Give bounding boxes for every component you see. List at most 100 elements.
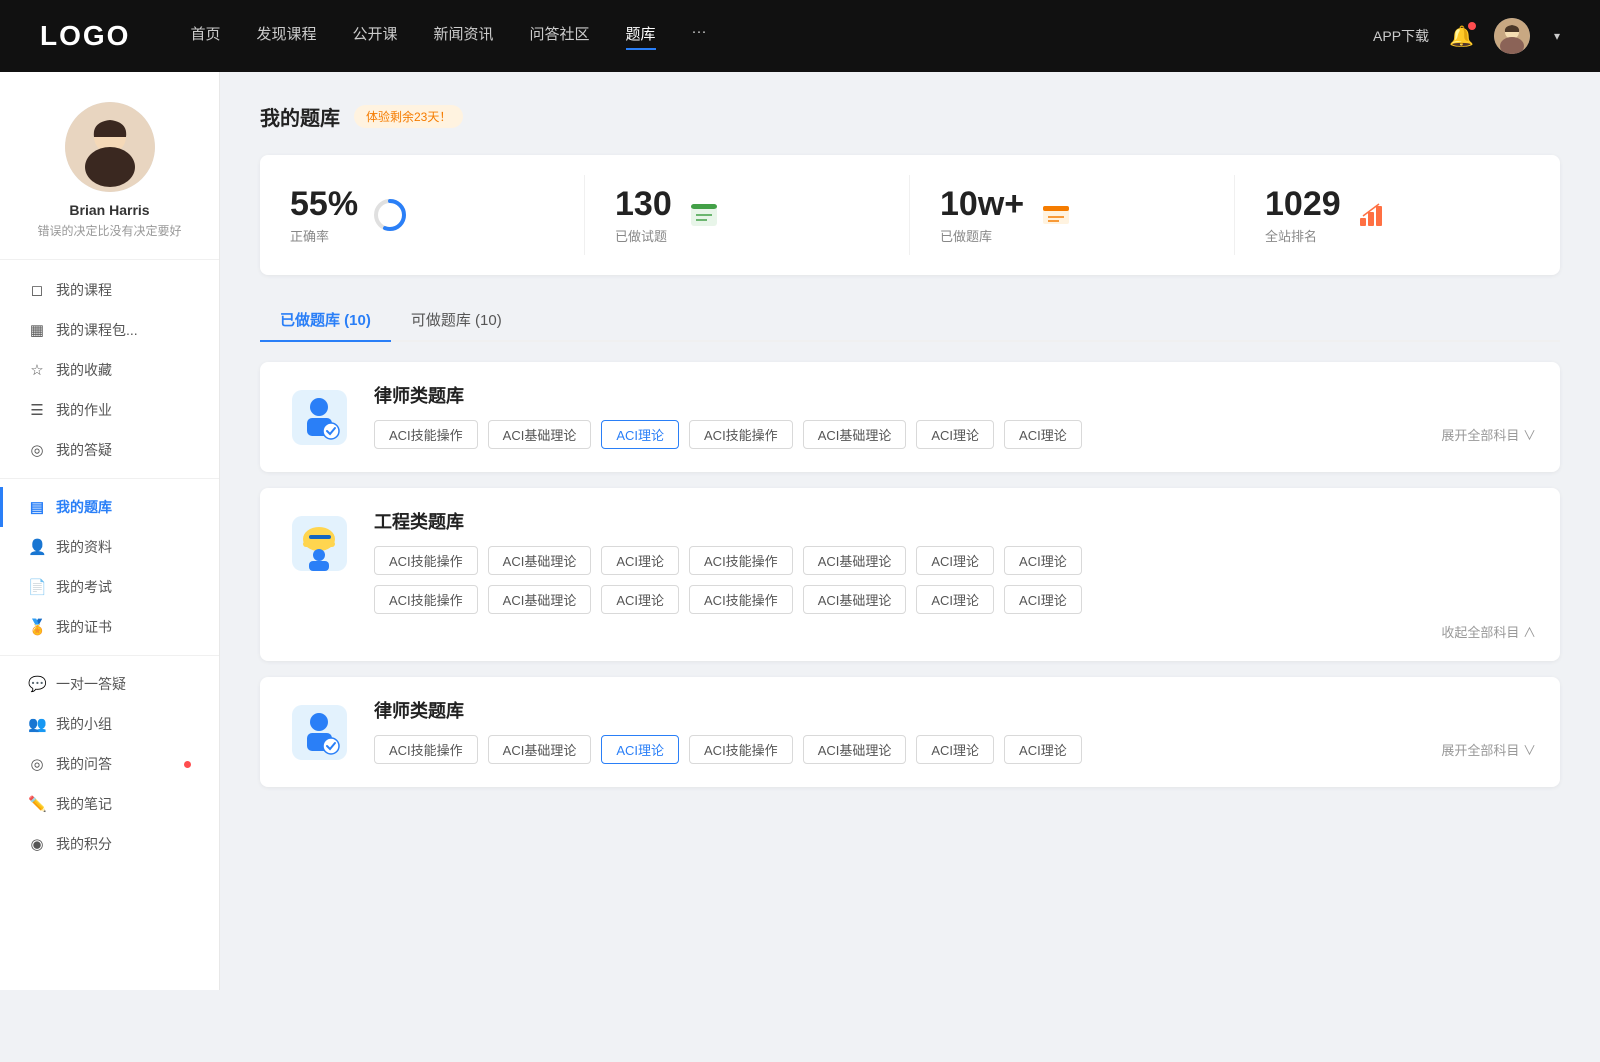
sidebar-item-exam[interactable]: 📄 我的考试 xyxy=(0,567,219,607)
nav-open-course[interactable]: 公开课 xyxy=(352,23,397,50)
qbank-title: 律师类题库 xyxy=(374,382,1536,408)
tag[interactable]: ACI技能操作 xyxy=(374,420,478,449)
tab-available-banks[interactable]: 可做题库 (10) xyxy=(391,299,522,342)
bell-button[interactable]: 🔔 xyxy=(1449,24,1474,49)
logo: LOGO xyxy=(40,20,130,52)
qbank-title-lawyer2: 律师类题库 xyxy=(374,697,1536,723)
qbank-card-lawyer2: 律师类题库 ACI技能操作 ACI基础理论 ACI理论 ACI技能操作 ACI基… xyxy=(260,677,1560,787)
nav-right: APP下载 🔔 ▾ xyxy=(1373,18,1560,54)
trial-badge: 体验剩余23天！ xyxy=(354,105,463,128)
tag[interactable]: ACI理论 xyxy=(601,585,679,614)
sidebar-item-points[interactable]: ◉ 我的积分 xyxy=(0,824,219,864)
sidebar-item-qa-answer[interactable]: ◎ 我的答疑 xyxy=(0,430,219,470)
tag[interactable]: ACI技能操作 xyxy=(374,735,478,764)
tag-active[interactable]: ACI理论 xyxy=(601,735,679,764)
expand-link-lawyer2[interactable]: 展开全部科目 ∨ xyxy=(1441,740,1536,759)
nav-more[interactable]: ··· xyxy=(692,23,707,50)
user-avatar[interactable] xyxy=(1494,18,1530,54)
sidebar-item-label: 我的问答 xyxy=(56,754,170,774)
tag[interactable]: ACI技能操作 xyxy=(374,585,478,614)
sidebar-item-label: 我的积分 xyxy=(56,834,191,854)
certificate-icon: 🏅 xyxy=(28,618,46,636)
tag[interactable]: ACI基础理论 xyxy=(488,585,592,614)
nav-news[interactable]: 新闻资讯 xyxy=(434,23,494,50)
one-on-one-icon: 💬 xyxy=(28,675,46,693)
tabs-row: 已做题库 (10) 可做题库 (10) xyxy=(260,299,1560,342)
stat-accuracy: 55% 正确率 xyxy=(260,175,585,255)
sidebar-item-label: 我的证书 xyxy=(56,617,191,637)
tag[interactable]: ACI技能操作 xyxy=(689,420,793,449)
app-download-link[interactable]: APP下载 xyxy=(1373,26,1429,46)
my-qa-icon: ◎ xyxy=(28,755,46,773)
navbar: LOGO 首页 发现课程 公开课 新闻资讯 问答社区 题库 ··· APP下载 … xyxy=(0,0,1600,72)
tag[interactable]: ACI技能操作 xyxy=(689,585,793,614)
main-content: 我的题库 体验剩余23天！ 55% 正确率 130 xyxy=(220,72,1600,990)
group-icon: 👥 xyxy=(28,715,46,733)
sidebar-item-group[interactable]: 👥 我的小组 xyxy=(0,704,219,744)
sidebar-divider xyxy=(0,478,219,479)
qbank-body: 律师类题库 ACI技能操作 ACI基础理论 ACI理论 ACI技能操作 ACI基… xyxy=(374,382,1536,449)
tag[interactable]: ACI基础理论 xyxy=(803,735,907,764)
qbank-header: 律师类题库 ACI技能操作 ACI基础理论 ACI理论 ACI技能操作 ACI基… xyxy=(284,382,1536,452)
tags-row-eng-1: ACI技能操作 ACI基础理论 ACI理论 ACI技能操作 ACI基础理论 AC… xyxy=(374,546,1536,575)
question-bank-icon: ▤ xyxy=(28,498,46,516)
sidebar-item-course-pkg[interactable]: ▦ 我的课程包... xyxy=(0,310,219,350)
tag[interactable]: ACI理论 xyxy=(1004,546,1082,575)
sidebar-item-courses[interactable]: ◻ 我的课程 xyxy=(0,270,219,310)
tag[interactable]: ACI理论 xyxy=(916,735,994,764)
qbank-card-lawyer1: 律师类题库 ACI技能操作 ACI基础理论 ACI理论 ACI技能操作 ACI基… xyxy=(260,362,1560,472)
tag[interactable]: ACI理论 xyxy=(1004,735,1082,764)
tag[interactable]: ACI理论 xyxy=(601,546,679,575)
tag[interactable]: ACI理论 xyxy=(916,546,994,575)
sidebar-item-certificate[interactable]: 🏅 我的证书 xyxy=(0,607,219,647)
tab-done-banks[interactable]: 已做题库 (10) xyxy=(260,299,391,342)
nav-question-bank[interactable]: 题库 xyxy=(626,23,656,50)
tag-active[interactable]: ACI理论 xyxy=(601,420,679,449)
stat-banks-icon xyxy=(1038,197,1074,233)
sidebar-item-label: 我的课程 xyxy=(56,280,191,300)
nav-qa[interactable]: 问答社区 xyxy=(530,23,590,50)
tag[interactable]: ACI基础理论 xyxy=(488,420,592,449)
sidebar-item-question-bank[interactable]: ▤ 我的题库 xyxy=(0,487,219,527)
sidebar-item-profile[interactable]: 👤 我的资料 xyxy=(0,527,219,567)
sidebar-item-label: 我的收藏 xyxy=(56,360,191,380)
tag[interactable]: ACI基础理论 xyxy=(803,420,907,449)
tag[interactable]: ACI基础理论 xyxy=(488,735,592,764)
tag[interactable]: ACI理论 xyxy=(1004,420,1082,449)
tag[interactable]: ACI基础理论 xyxy=(488,546,592,575)
tag[interactable]: ACI理论 xyxy=(916,585,994,614)
courses-icon: ◻ xyxy=(28,281,46,299)
stat-banks-value: 10w+ xyxy=(940,185,1024,224)
sidebar-item-one-on-one[interactable]: 💬 一对一答疑 xyxy=(0,664,219,704)
tag[interactable]: ACI理论 xyxy=(916,420,994,449)
qbank-body-lawyer2: 律师类题库 ACI技能操作 ACI基础理论 ACI理论 ACI技能操作 ACI基… xyxy=(374,697,1536,764)
tag[interactable]: ACI技能操作 xyxy=(689,546,793,575)
sidebar-item-favorites[interactable]: ☆ 我的收藏 xyxy=(0,350,219,390)
tag[interactable]: ACI基础理论 xyxy=(803,546,907,575)
stat-accuracy-value: 55% xyxy=(290,185,358,224)
nav-home[interactable]: 首页 xyxy=(190,23,220,50)
tag[interactable]: ACI技能操作 xyxy=(689,735,793,764)
sidebar-item-my-qa[interactable]: ◎ 我的问答 xyxy=(0,744,219,784)
sidebar-motto: 错误的决定比没有决定要好 xyxy=(20,222,199,239)
collapse-link-engineering[interactable]: 收起全部科目 ∧ xyxy=(1441,622,1536,641)
sidebar-menu: ◻ 我的课程 ▦ 我的课程包... ☆ 我的收藏 ☰ 我的作业 ◎ 我的答疑 ▤ xyxy=(0,260,219,874)
page-title: 我的题库 xyxy=(260,102,340,131)
page-title-row: 我的题库 体验剩余23天！ xyxy=(260,102,1560,131)
stat-done-questions: 130 已做试题 xyxy=(585,175,910,255)
avatar-dropdown-icon[interactable]: ▾ xyxy=(1554,29,1560,43)
sidebar-item-label: 我的题库 xyxy=(56,497,191,517)
qbank-icon-lawyer xyxy=(284,382,354,452)
tag[interactable]: ACI基础理论 xyxy=(803,585,907,614)
tag[interactable]: ACI技能操作 xyxy=(374,546,478,575)
expand-link-lawyer1[interactable]: 展开全部科目 ∨ xyxy=(1441,425,1536,444)
sidebar: Brian Harris 错误的决定比没有决定要好 ◻ 我的课程 ▦ 我的课程包… xyxy=(0,72,220,990)
sidebar-item-homework[interactable]: ☰ 我的作业 xyxy=(0,390,219,430)
stat-banks-label: 已做题库 xyxy=(940,226,1024,245)
sidebar-item-label: 我的课程包... xyxy=(56,320,191,340)
sidebar-item-notes[interactable]: ✏️ 我的笔记 xyxy=(0,784,219,824)
sidebar-item-label: 我的答疑 xyxy=(56,440,191,460)
nav-discover[interactable]: 发现课程 xyxy=(256,23,316,50)
notes-icon: ✏️ xyxy=(28,795,46,813)
tag[interactable]: ACI理论 xyxy=(1004,585,1082,614)
